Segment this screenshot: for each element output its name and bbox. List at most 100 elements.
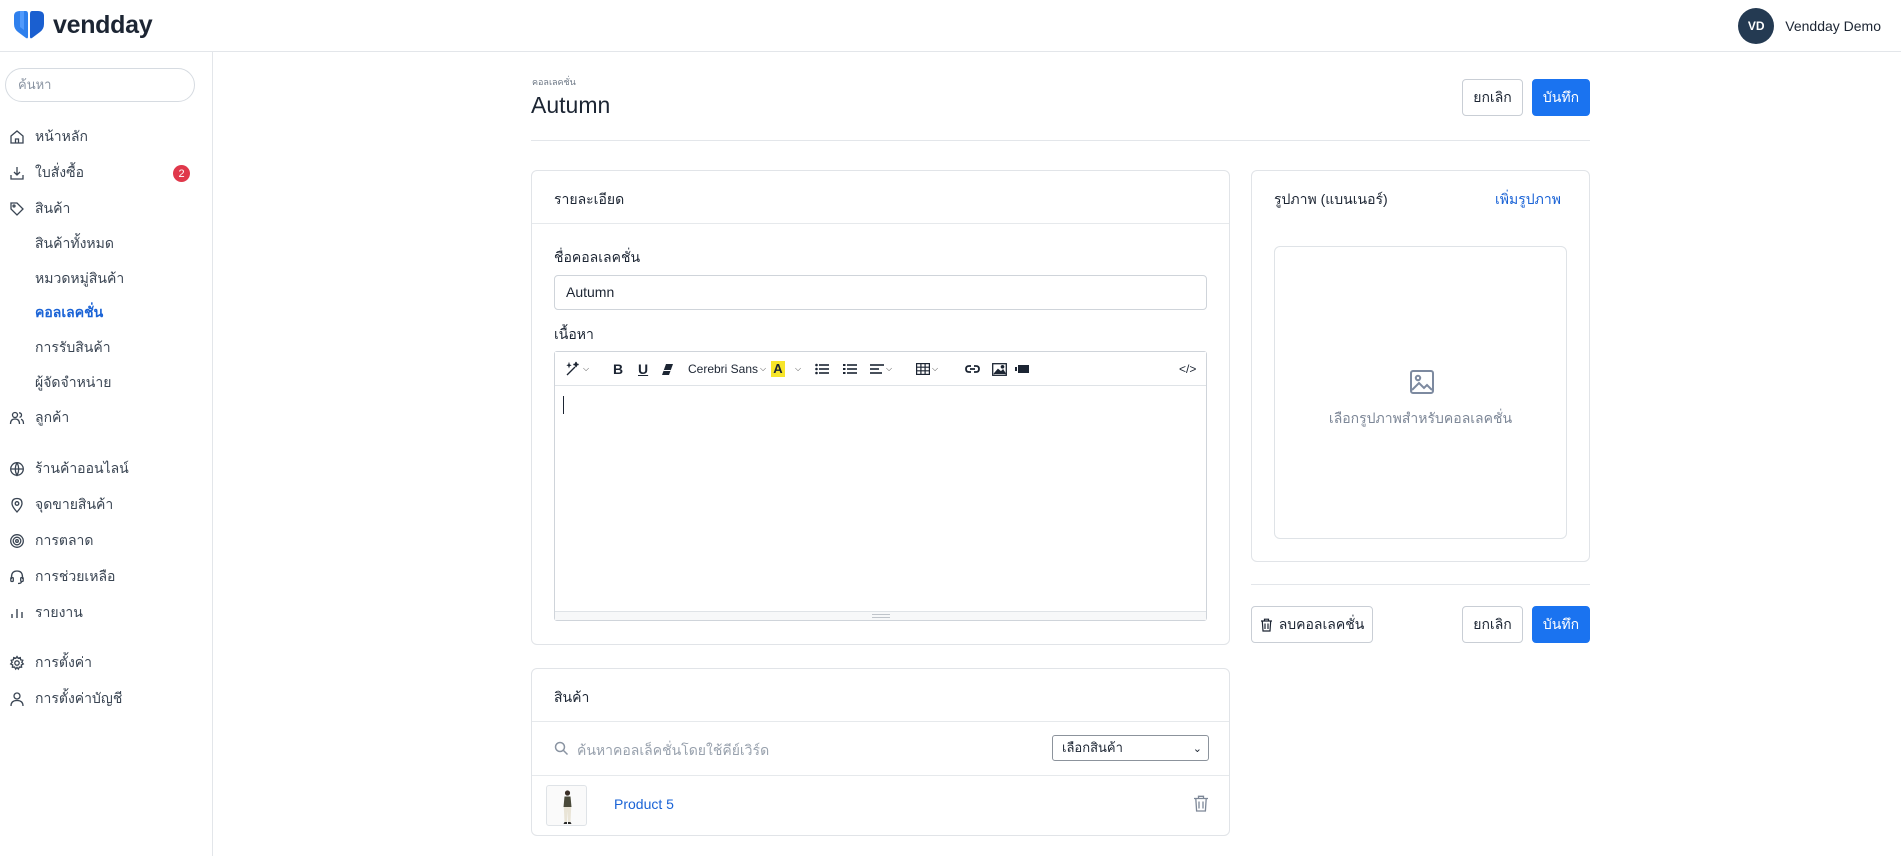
sidebar-item-online-store[interactable]: ร้านค้าออนไลน์	[0, 454, 212, 484]
search-icon	[554, 741, 569, 756]
image-dropzone-text: เลือกรูปภาพสำหรับคอลเลคชั่น	[1328, 410, 1513, 426]
actions-divider	[1251, 584, 1590, 585]
image-icon[interactable]	[992, 360, 1007, 378]
product-select[interactable]: เลือกสินค้า ⌄	[1052, 735, 1209, 761]
breadcrumb[interactable]: คอลเลคชั่น	[532, 75, 576, 89]
bullet-list-icon[interactable]	[815, 360, 829, 378]
sidebar-item-label: ร้านค้าออนไลน์	[35, 460, 129, 476]
sidebar-item-label: การรับสินค้า	[35, 339, 111, 355]
sidebar-item-products[interactable]: สินค้า	[0, 194, 212, 224]
orders-count-badge: 2	[173, 165, 190, 182]
details-card-title: รายละเอียด	[554, 191, 625, 207]
chevron-down-icon: ⌵	[760, 364, 767, 373]
bold-icon[interactable]: B	[613, 360, 623, 378]
sidebar-search-input[interactable]: ค้นหา	[5, 68, 195, 102]
eraser-icon[interactable]	[661, 360, 674, 378]
tag-icon	[9, 201, 25, 217]
logo[interactable]: vendday	[12, 10, 153, 40]
products-search-input[interactable]: ค้นหาคอลเล็คชั่นโดยใช้คีย์เวิร์ด	[577, 740, 769, 762]
link-icon[interactable]	[965, 360, 980, 378]
details-card: รายละเอียด ชื่อคอลเลคชั่น Autumn เนื้อหา…	[531, 170, 1230, 645]
sidebar-item-label: จุดขายสินค้า	[35, 496, 114, 512]
collection-name-input[interactable]: Autumn	[554, 275, 1207, 310]
code-view-icon[interactable]: </>	[1179, 360, 1196, 378]
font-family-value: Cerebri Sans	[688, 362, 759, 376]
sidebar-item-label: การช่วยเหลือ	[35, 568, 116, 584]
sidebar-item-label: ใบสั่งซื้อ	[35, 164, 85, 180]
sidebar-item-reports[interactable]: รายงาน	[0, 598, 212, 628]
sidebar-item-label: ผู้จัดจำหน่าย	[35, 374, 112, 390]
users-icon	[9, 410, 25, 426]
banner-card-title: รูปภาพ (แบนเนอร์)	[1274, 191, 1388, 207]
sidebar-item-pos[interactable]: จุดขายสินค้า	[0, 490, 212, 520]
sidebar-item-receiving[interactable]: การรับสินค้า	[0, 333, 212, 363]
sidebar-item-account-settings[interactable]: การตั้งค่าบัญชี	[0, 684, 212, 714]
sidebar-item-label: คอลเลคชั่น	[35, 304, 104, 320]
avatar[interactable]: VD	[1738, 8, 1775, 44]
delete-collection-button[interactable]: ลบคอลเลคชั่น	[1251, 606, 1373, 643]
trash-icon	[1260, 618, 1272, 632]
download-icon	[9, 165, 25, 181]
header-save-button[interactable]: บันทึก	[1532, 79, 1590, 116]
chevron-down-icon: ⌄	[1192, 743, 1202, 755]
banner-card-header: รูปภาพ (แบนเนอร์) เพิ่มรูปภาพ	[1252, 171, 1589, 224]
sidebar-item-categories[interactable]: หมวดหมู่สินค้า	[0, 264, 212, 294]
text-cursor	[563, 396, 564, 414]
sidebar-item-support[interactable]: การช่วยเหลือ	[0, 562, 212, 592]
target-icon	[9, 533, 25, 549]
editor-toolbar: ⌵ B U Cerebri Sans ⌵ A ⌵ ⌵ ⌵ </>	[555, 352, 1206, 386]
headset-icon	[9, 569, 25, 585]
sidebar-item-marketing[interactable]: การตลาด	[0, 526, 212, 556]
resize-grip-icon[interactable]	[872, 614, 890, 618]
user-menu[interactable]: VD Vendday Demo	[1738, 8, 1881, 44]
user-name[interactable]: Vendday Demo	[1785, 18, 1881, 34]
sidebar-item-label: สินค้าทั้งหมด	[35, 235, 114, 251]
add-image-link[interactable]: เพิ่มรูปภาพ	[1495, 189, 1561, 211]
font-family-dropdown[interactable]: Cerebri Sans ⌵	[688, 360, 766, 378]
sidebar-item-home[interactable]: หน้าหลัก	[0, 122, 212, 152]
products-card-header: สินค้า	[532, 669, 1229, 722]
text-color-icon[interactable]: A	[771, 360, 785, 378]
sidebar-item-label: การตลาด	[35, 532, 94, 548]
table-icon[interactable]: ⌵	[916, 360, 938, 378]
page-title: Autumn	[531, 92, 611, 118]
products-card-title: สินค้า	[554, 689, 590, 705]
sidebar-item-label: สินค้า	[35, 200, 71, 216]
top-bar: vendday VD Vendday Demo	[0, 0, 1901, 52]
user-icon	[9, 691, 25, 707]
sidebar-item-orders[interactable]: ใบสั่งซื้อ 2	[0, 158, 212, 188]
brand-name: vendday	[53, 10, 153, 39]
sidebar-item-settings[interactable]: การตั้งค่า	[0, 648, 212, 678]
footer-cancel-button[interactable]: ยกเลิก	[1462, 606, 1523, 643]
sidebar-item-label: ลูกค้า	[35, 409, 70, 425]
sidebar-item-label: หน้าหลัก	[35, 128, 88, 144]
chevron-down-icon[interactable]: ⌵	[793, 360, 801, 378]
bar-chart-icon	[9, 605, 25, 621]
magic-wand-icon[interactable]: ⌵	[565, 360, 589, 378]
rich-text-editor[interactable]: ⌵ B U Cerebri Sans ⌵ A ⌵ ⌵ ⌵ </>	[554, 351, 1207, 621]
header-divider	[531, 140, 1590, 141]
globe-icon	[9, 461, 25, 477]
sidebar-item-customers[interactable]: ลูกค้า	[0, 403, 212, 433]
sidebar-item-label: การตั้งค่าบัญชี	[35, 690, 123, 706]
sidebar-item-suppliers[interactable]: ผู้จัดจำหน่าย	[0, 368, 212, 398]
video-icon[interactable]	[1015, 360, 1029, 378]
sidebar-item-label: หมวดหมู่สินค้า	[35, 270, 125, 286]
sidebar-item-collections[interactable]: คอลเลคชั่น	[0, 298, 212, 328]
sidebar-item-all-products[interactable]: สินค้าทั้งหมด	[0, 229, 212, 259]
table-row[interactable]: Product 5	[532, 776, 1229, 833]
sidebar-item-label: การตั้งค่า	[35, 654, 93, 670]
content-label: เนื้อหา	[554, 326, 594, 342]
image-dropzone[interactable]: เลือกรูปภาพสำหรับคอลเลคชั่น	[1274, 246, 1567, 539]
numbered-list-icon[interactable]	[843, 360, 857, 378]
align-icon[interactable]: ⌵	[870, 360, 892, 378]
editor-resize-bar[interactable]	[555, 611, 1206, 620]
editor-content-area[interactable]	[555, 386, 1206, 611]
banner-image-card: รูปภาพ (แบนเนอร์) เพิ่มรูปภาพ เลือกรูปภา…	[1251, 170, 1590, 562]
underline-icon[interactable]: U	[638, 360, 648, 378]
footer-save-button[interactable]: บันทึก	[1532, 606, 1590, 643]
header-cancel-button[interactable]: ยกเลิก	[1462, 79, 1523, 116]
remove-product-trash-icon[interactable]	[1193, 795, 1211, 813]
product-name-link[interactable]: Product 5	[614, 796, 674, 812]
product-thumbnail[interactable]	[546, 785, 587, 826]
